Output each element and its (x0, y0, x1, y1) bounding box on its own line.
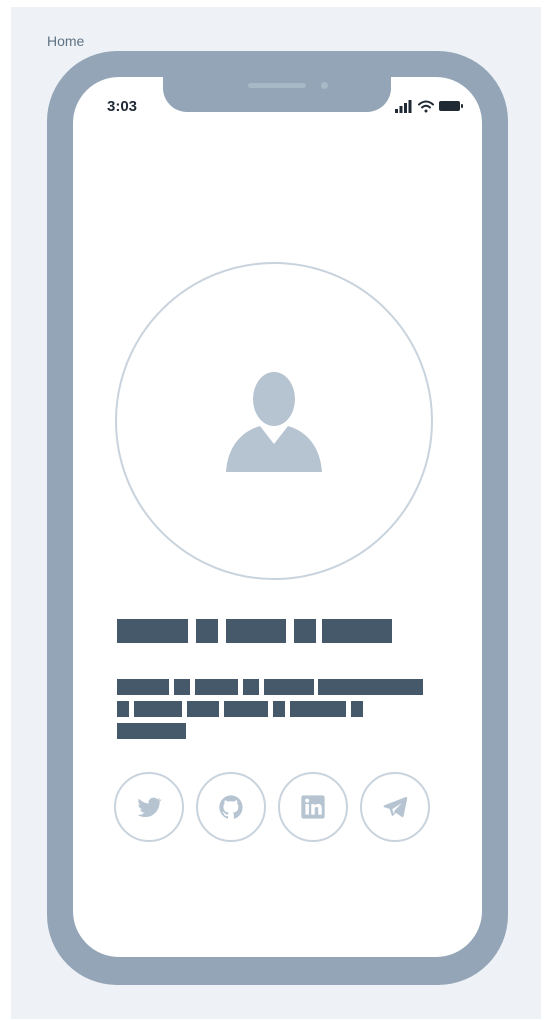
bio-block (174, 679, 190, 695)
name-block (294, 619, 316, 643)
user-icon (226, 372, 322, 472)
bio-block (351, 701, 363, 717)
wifi-icon (418, 100, 434, 113)
twitter-link[interactable] (114, 772, 184, 842)
linkedin-icon (301, 795, 325, 819)
name-block (117, 619, 188, 643)
bio-block (273, 701, 285, 717)
bio-block (187, 701, 219, 717)
twitter-icon (137, 797, 162, 818)
speaker-grill (248, 83, 306, 88)
bio-block (264, 679, 314, 695)
bio-block (224, 701, 268, 717)
status-time: 3:03 (107, 98, 138, 115)
name-block (322, 619, 392, 643)
bio-block (195, 679, 238, 695)
name-block (226, 619, 286, 643)
github-icon (219, 795, 243, 819)
bio-block (117, 701, 129, 717)
bio-block (117, 679, 169, 695)
battery-icon (439, 101, 463, 111)
github-link[interactable] (196, 772, 266, 842)
bio-block (243, 679, 259, 695)
bio-block (318, 679, 423, 695)
bio-block (134, 701, 182, 717)
status-icons (395, 100, 463, 113)
signal-icon (395, 100, 412, 113)
page-label: Home (47, 33, 85, 49)
telegram-link[interactable] (360, 772, 430, 842)
front-camera (321, 82, 328, 89)
bio-block (290, 701, 346, 717)
social-links (114, 772, 438, 844)
phone-notch (163, 72, 391, 112)
telegram-icon (383, 796, 408, 818)
linkedin-link[interactable] (278, 772, 348, 842)
bio-block (117, 723, 186, 739)
name-block (196, 619, 218, 643)
